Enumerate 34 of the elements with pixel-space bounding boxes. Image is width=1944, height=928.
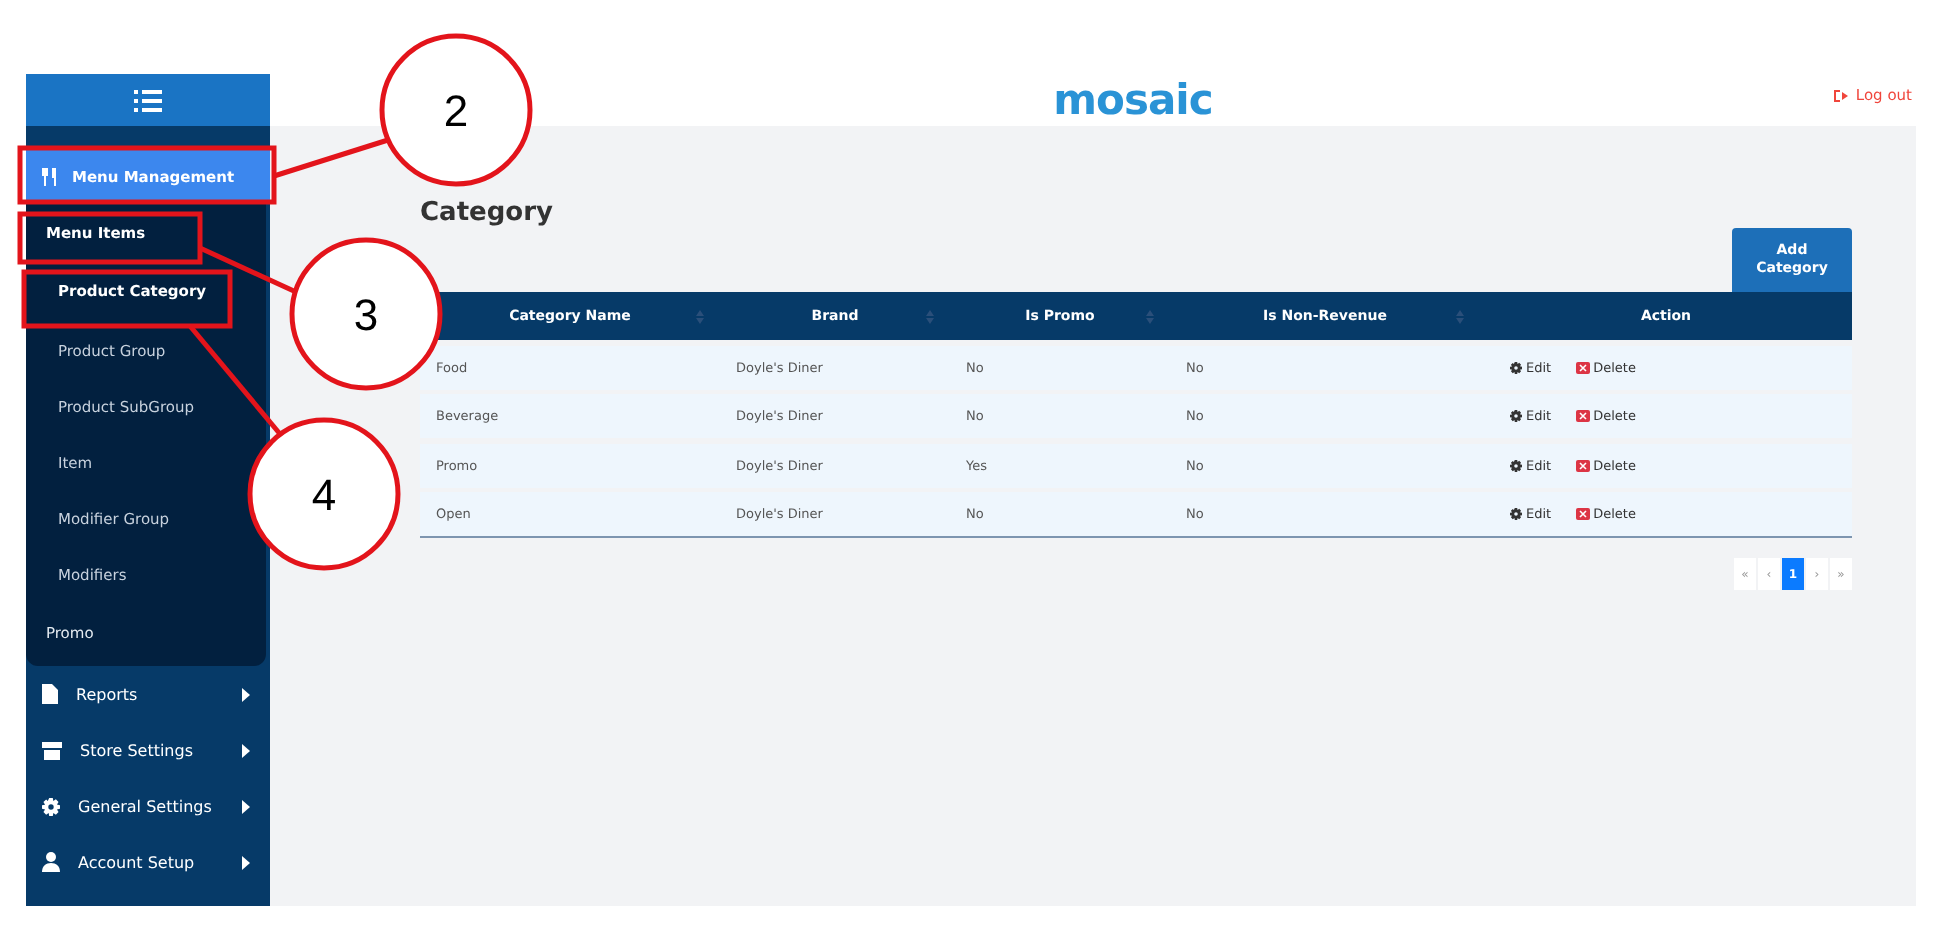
menu-icon [134,89,162,111]
sidebar-item[interactable]: Store Settings [26,722,270,778]
callout-number: 2 [443,86,469,136]
close-icon [1575,508,1590,520]
sort-icon[interactable] [1456,309,1464,323]
logout-icon [1833,89,1850,101]
close-icon [1575,410,1590,422]
sort-icon[interactable] [1146,309,1154,323]
gear-icon [1510,508,1522,520]
close-icon [1575,459,1590,471]
sidebar-item[interactable]: Reports [26,666,270,722]
chevron-icon [242,687,250,701]
close-icon [1575,361,1590,373]
sidebar-item[interactable]: General Settings [26,778,270,834]
chevron-icon [242,743,250,757]
logo: mosaic [1053,76,1213,124]
gear-icon [42,797,60,815]
sort-icon[interactable] [696,309,704,323]
gear-icon [1510,361,1522,373]
user-icon [42,852,60,872]
callout-number: 3 [353,290,379,340]
chevron-icon [242,855,250,869]
fork-knife-icon [42,167,56,185]
page-title: Category [420,198,555,228]
sort-icon[interactable] [926,309,934,323]
menu-toggle[interactable] [26,74,270,126]
callout-number: 4 [311,470,337,520]
sidebar-item[interactable]: Account Setup [26,834,270,890]
leader-line [273,137,389,179]
gear-icon [1510,459,1522,471]
store-icon [42,741,62,759]
document-icon [42,684,58,704]
gear-icon [1510,410,1522,422]
chevron-icon [242,799,250,813]
